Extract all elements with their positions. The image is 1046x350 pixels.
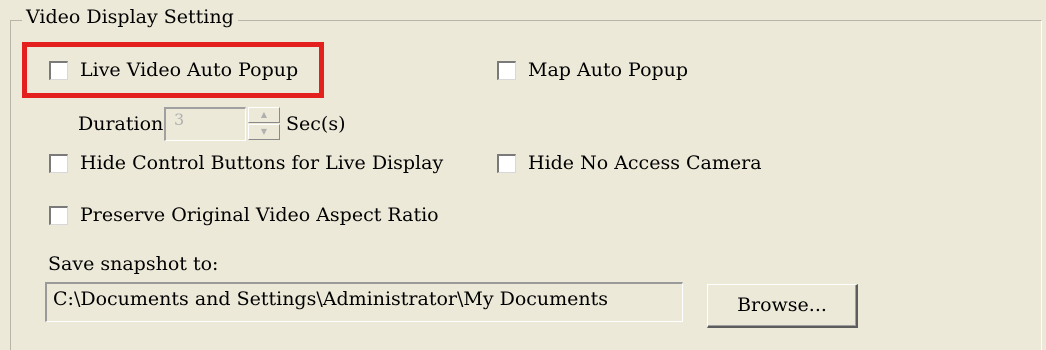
down-arrow-icon: ▼ [260,127,268,136]
duration-input[interactable]: 3 [164,107,246,141]
live-video-auto-popup-label: Live Video Auto Popup [80,59,299,81]
browse-button[interactable]: Browse... [707,284,858,328]
duration-label: Duration: [78,113,170,135]
live-video-auto-popup-option[interactable]: Live Video Auto Popup [49,59,298,81]
save-snapshot-label: Save snapshot to: [48,253,219,275]
hide-control-buttons-option[interactable]: Hide Control Buttons for Live Display [49,152,443,174]
duration-spinner[interactable]: ▲ ▼ [248,107,280,141]
duration-unit-label: Sec(s) [286,113,346,135]
map-auto-popup-option[interactable]: Map Auto Popup [497,59,688,81]
hide-no-access-camera-label: Hide No Access Camera [528,152,762,174]
preserve-aspect-ratio-label: Preserve Original Video Aspect Ratio [80,204,439,226]
hide-control-buttons-label: Hide Control Buttons for Live Display [80,152,444,174]
group-title: Video Display Setting [22,6,238,28]
hide-no-access-camera-checkbox[interactable] [497,153,516,173]
preserve-aspect-ratio-checkbox[interactable] [49,205,68,225]
live-video-auto-popup-checkbox[interactable] [49,60,68,80]
map-auto-popup-checkbox[interactable] [497,60,516,80]
hide-control-buttons-checkbox[interactable] [49,153,68,173]
up-arrow-icon: ▲ [260,110,268,119]
preserve-aspect-ratio-option[interactable]: Preserve Original Video Aspect Ratio [49,204,439,226]
spin-up-button[interactable]: ▲ [248,107,280,123]
spin-down-button[interactable]: ▼ [248,124,280,140]
hide-no-access-camera-option[interactable]: Hide No Access Camera [497,152,762,174]
snapshot-path-field[interactable]: C:\Documents and Settings\Administrator\… [45,282,683,322]
map-auto-popup-label: Map Auto Popup [528,59,689,81]
